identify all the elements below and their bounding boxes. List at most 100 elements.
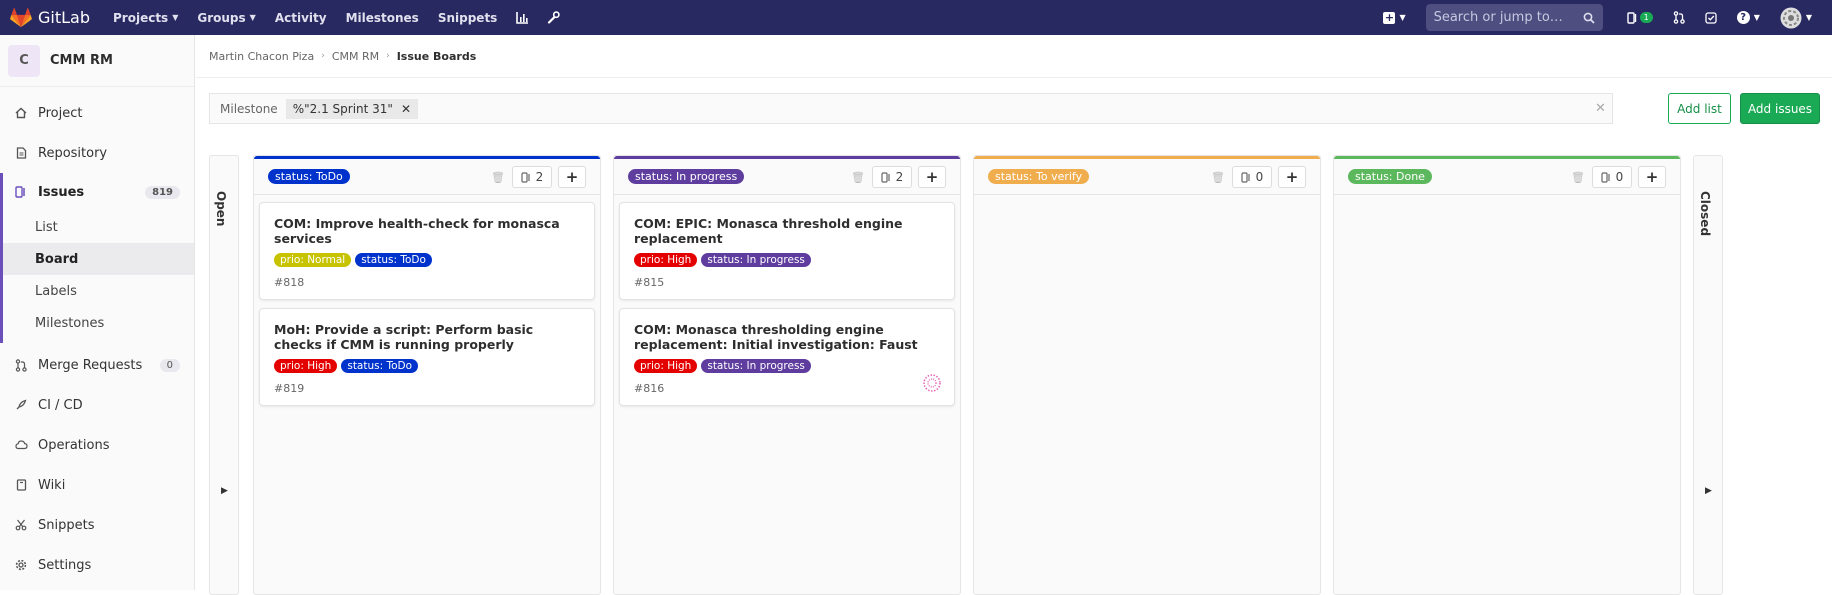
nav-projects[interactable]: Projects ▼	[113, 11, 178, 25]
trash-icon[interactable]: 🗑	[851, 171, 865, 184]
sidebar-item-repository[interactable]: Repository	[0, 133, 194, 173]
issues-icon	[1601, 171, 1610, 183]
issue-label[interactable]: prio: High	[634, 253, 698, 267]
todo-icon	[1626, 11, 1636, 24]
sidebar-item-label: Repository	[38, 145, 108, 161]
sidebar-subitem-board[interactable]: Board	[3, 243, 194, 275]
scissors-icon	[14, 519, 28, 531]
issue-label[interactable]: status: ToDo	[355, 253, 432, 267]
board-list-open-collapsed[interactable]: Open ▶	[209, 155, 239, 595]
issue-labels: prio: High status: ToDo	[274, 359, 580, 373]
chevron-down-icon: ▼	[1805, 13, 1812, 22]
sidebar-item-label: Wiki	[38, 477, 66, 493]
issue-label[interactable]: prio: High	[274, 359, 338, 373]
chevron-down-icon: ▼	[1399, 13, 1406, 22]
sidebar-subitem-labels[interactable]: Labels	[3, 275, 194, 307]
issues-button[interactable]	[1705, 11, 1717, 24]
issue-title[interactable]: COM: Improve health-check for monasca se…	[274, 216, 580, 246]
issues-check-icon	[1705, 11, 1717, 24]
issue-card[interactable]: COM: Monasca thresholding engine replace…	[619, 308, 955, 406]
add-issues-button[interactable]: Add issues	[1740, 93, 1820, 124]
new-issue-button[interactable]: +	[918, 166, 946, 188]
trash-icon[interactable]: 🗑	[491, 171, 505, 184]
issue-label[interactable]: status: In progress	[701, 359, 811, 373]
nav-groups[interactable]: Groups ▼	[197, 11, 255, 25]
list-label[interactable]: status: In progress	[628, 169, 745, 184]
sidebar-item-settings[interactable]: Settings	[0, 545, 194, 585]
new-issue-button[interactable]: +	[558, 166, 586, 188]
breadcrumb-user[interactable]: Martin Chacon Piza	[209, 50, 314, 63]
issue-title[interactable]: COM: EPIC: Monasca threshold engine repl…	[634, 216, 940, 246]
issue-card[interactable]: MoH: Provide a script: Perform basic che…	[259, 308, 595, 406]
sidebar-item-issues[interactable]: Issues 819	[3, 173, 194, 211]
trash-icon[interactable]: 🗑	[1571, 171, 1585, 184]
user-menu[interactable]: ▼	[1780, 7, 1812, 29]
sidebar-item-merge-requests[interactable]: Merge Requests 0	[0, 345, 194, 385]
issue-count: 0	[1232, 166, 1272, 188]
chevron-down-icon: ▼	[1753, 13, 1760, 22]
search-input[interactable]: Search or jump to…	[1425, 4, 1603, 31]
nav-snippets[interactable]: Snippets	[438, 11, 498, 25]
new-issue-button[interactable]: +	[1278, 166, 1306, 188]
gitlab-logo[interactable]: GitLab	[10, 7, 102, 28]
issue-label[interactable]: prio: Normal	[274, 253, 352, 267]
board-list-closed-collapsed[interactable]: Closed ▶	[1693, 155, 1723, 595]
question-icon: ?	[1736, 11, 1750, 24]
merge-requests-button[interactable]	[1673, 11, 1685, 24]
issue-card[interactable]: COM: Improve health-check for monasca se…	[259, 202, 595, 300]
assignee-avatar[interactable]	[922, 373, 942, 393]
filter-search-bar[interactable]: Milestone %"2.1 Sprint 31" ✕ ✕	[209, 93, 1613, 124]
sidebar-item-project[interactable]: Project	[0, 93, 194, 133]
issue-card[interactable]: COM: EPIC: Monasca threshold engine repl…	[619, 202, 955, 300]
list-label[interactable]: status: ToDo	[268, 169, 350, 184]
sidebar-item-label: Project	[38, 105, 83, 121]
issue-label[interactable]: prio: High	[634, 359, 698, 373]
nav-activity[interactable]: Activity	[275, 11, 327, 25]
issue-labels: prio: Normal status: ToDo	[274, 253, 580, 267]
chart-icon[interactable]	[516, 11, 529, 24]
trash-icon[interactable]: 🗑	[1211, 171, 1225, 184]
issue-count: 2	[512, 166, 552, 188]
chevron-down-icon: ▼	[249, 13, 256, 22]
project-header[interactable]: C CMM RM	[0, 35, 194, 87]
plus-square-icon: +	[1383, 10, 1396, 24]
new-dropdown[interactable]: + ▼	[1383, 10, 1406, 24]
clear-filter-icon[interactable]: ✕	[1595, 101, 1613, 116]
chevron-right-icon: ›	[321, 51, 325, 61]
sidebar-item-wiki[interactable]: Wiki	[0, 465, 194, 505]
sidebar-item-snippets[interactable]: Snippets	[0, 505, 194, 545]
new-issue-button[interactable]: +	[1638, 166, 1666, 188]
todos-button[interactable]: 1	[1626, 11, 1653, 24]
issue-title[interactable]: MoH: Provide a script: Perform basic che…	[274, 322, 580, 352]
project-avatar: C	[8, 44, 40, 77]
todo-count-badge: 1	[1639, 12, 1653, 23]
remove-token-icon[interactable]: ✕	[401, 102, 411, 116]
expand-arrow-icon[interactable]: ▶	[221, 486, 228, 496]
board-list-in-progress: status: In progress 🗑 2 + COM: EPIC: Mon…	[613, 155, 961, 595]
issues-icon	[1241, 171, 1250, 183]
project-name: CMM RM	[50, 53, 113, 68]
sidebar-item-operations[interactable]: Operations	[0, 425, 194, 465]
list-label[interactable]: status: To verify	[988, 169, 1090, 184]
issue-number: #816	[634, 382, 665, 395]
list-label[interactable]: status: Done	[1348, 169, 1432, 184]
sidebar-item-ci-cd[interactable]: CI / CD	[0, 385, 194, 425]
issue-label[interactable]: status: In progress	[701, 253, 811, 267]
nav-milestones[interactable]: Milestones	[346, 11, 419, 25]
issues-count-badge: 819	[145, 185, 180, 199]
wrench-icon[interactable]	[547, 11, 561, 24]
chevron-down-icon: ▼	[172, 13, 179, 22]
issue-count-value: 2	[535, 170, 544, 184]
issue-label[interactable]: status: ToDo	[341, 359, 419, 373]
add-list-button[interactable]: Add list	[1668, 93, 1731, 124]
expand-arrow-icon[interactable]: ▶	[1705, 486, 1712, 496]
breadcrumb-current[interactable]: Issue Boards	[397, 50, 477, 63]
sidebar-subitem-list[interactable]: List	[3, 211, 194, 243]
filter-token-value[interactable]: %"2.1 Sprint 31" ✕	[285, 98, 419, 119]
sidebar-subitem-milestones[interactable]: Milestones	[3, 307, 194, 339]
gitlab-tanuki-icon	[10, 7, 32, 27]
breadcrumb-project[interactable]: CMM RM	[332, 50, 379, 63]
help-dropdown[interactable]: ? ▼	[1736, 11, 1760, 24]
issue-title[interactable]: COM: Monasca thresholding engine replace…	[634, 322, 940, 352]
filter-token-name[interactable]: Milestone	[220, 102, 278, 116]
